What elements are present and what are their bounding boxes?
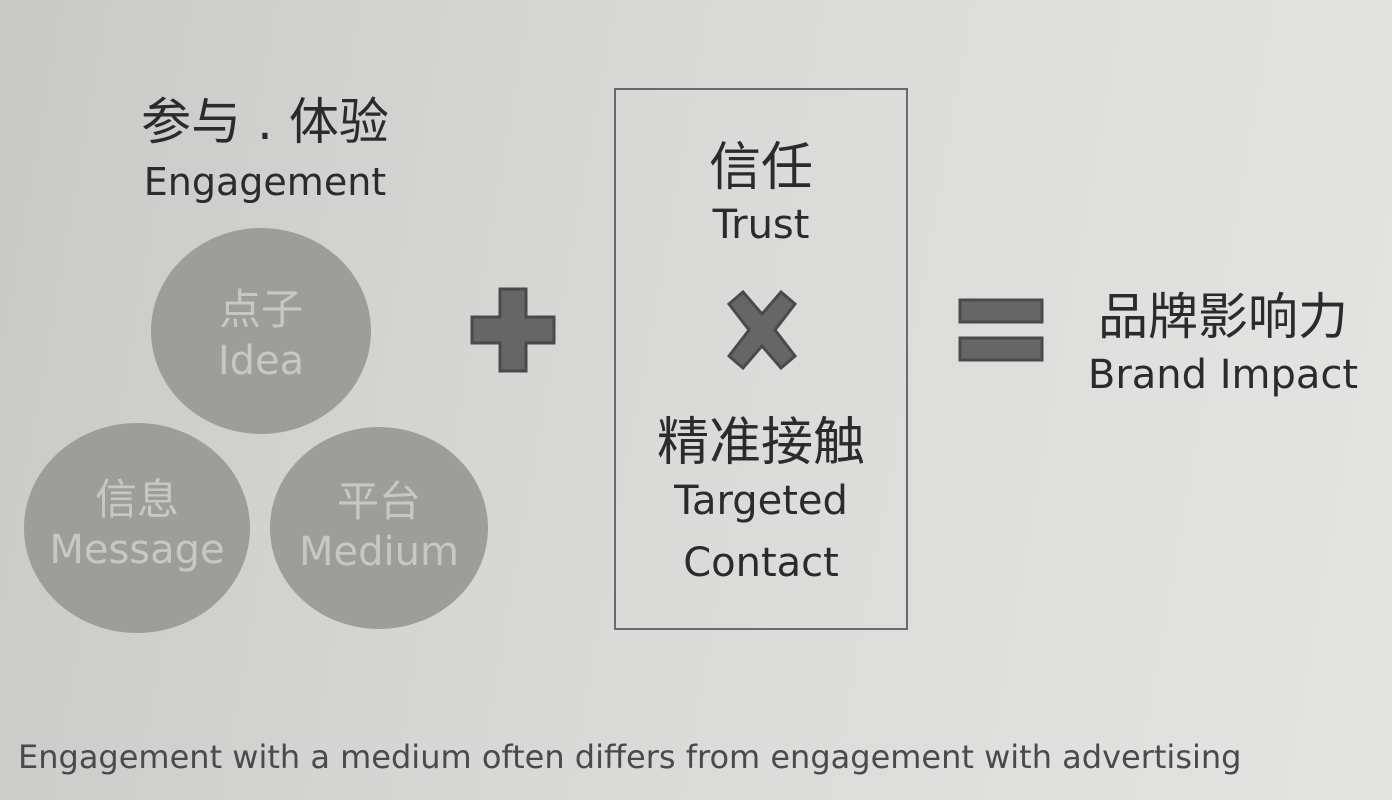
contact-label-en: Contact: [683, 540, 839, 586]
message-label-cn: 信息: [94, 475, 179, 524]
idea-circle: 点子 Idea: [151, 228, 371, 434]
plus-icon: [470, 287, 556, 373]
medium-label-cn: 平台: [336, 477, 421, 526]
brand-impact-label-cn: 品牌影响力: [1098, 288, 1348, 346]
message-circle: 信息 Message: [24, 423, 250, 633]
engagement-title-cn: 参与 . 体验: [141, 93, 389, 151]
idea-label-cn: 点子: [218, 285, 303, 334]
equals-icon: [958, 298, 1044, 362]
engagement-title-en: Engagement: [143, 160, 387, 204]
times-icon: [726, 290, 798, 370]
trust-label-cn: 信任: [708, 138, 813, 198]
brand-impact-label-en: Brand Impact: [1087, 352, 1359, 398]
medium-circle: 平台 Medium: [270, 427, 488, 629]
trust-label-en: Trust: [712, 202, 810, 248]
targeted-contact-label-cn: 精准接触: [656, 413, 865, 473]
idea-label-en: Idea: [217, 338, 305, 384]
message-label-en: Message: [49, 527, 225, 573]
targeted-label-en: Targeted: [674, 478, 848, 524]
caption: Engagement with a medium often differs f…: [18, 738, 1242, 776]
medium-label-en: Medium: [299, 529, 459, 575]
